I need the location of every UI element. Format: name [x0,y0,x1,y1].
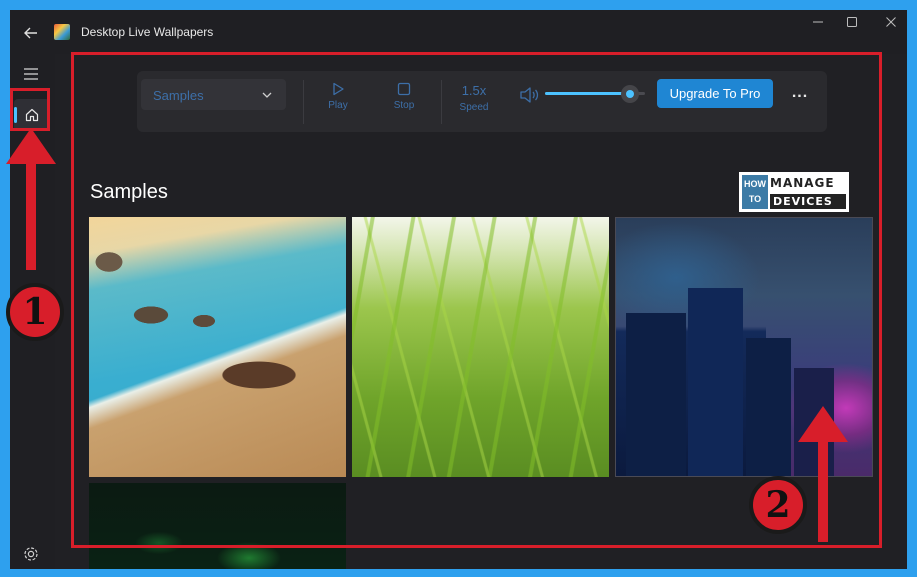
logo-manage: MANAGE [770,176,835,190]
more-options-button[interactable]: ... [788,85,812,103]
toolbar-divider [303,80,304,124]
home-icon [25,108,39,122]
source-dropdown-value: Samples [153,88,204,103]
selection-indicator [14,107,17,123]
city-building [688,288,743,476]
back-arrow-icon[interactable] [20,22,42,44]
city-building [746,338,791,476]
app-window: Desktop Live Wallpapers Samples Play Sto… [10,10,907,569]
toolbar-divider [441,80,442,124]
wallpaper-tile-grass[interactable] [352,217,609,477]
play-button[interactable]: Play [313,77,363,121]
title-bar: Desktop Live Wallpapers [10,10,907,54]
stop-button[interactable]: Stop [379,77,429,121]
city-building [626,313,686,476]
hamburger-icon[interactable] [21,64,41,84]
minimize-icon[interactable] [807,16,829,32]
settings-icon[interactable] [22,545,40,563]
nav-item-hidden-icon[interactable] [23,176,41,194]
volume-icon[interactable] [519,85,541,105]
stop-icon [397,82,411,96]
navigation-pane [10,54,55,569]
volume-thumb[interactable] [621,85,639,103]
volume-slider[interactable] [545,85,645,103]
play-icon [333,82,344,96]
upgrade-to-pro-button[interactable]: Upgrade To Pro [657,79,773,108]
speed-value: 1.5x [461,83,487,98]
source-dropdown[interactable]: Samples [141,79,286,110]
wallpaper-tile-space[interactable] [89,483,346,569]
volume-fill [545,92,630,95]
speed-label: Speed [459,102,489,113]
app-icon [54,24,70,40]
logo-how-to: HOW TO [742,175,768,209]
main-content: Samples Play Stop 1.5x Speed Upgrade To … [55,54,907,569]
player-toolbar: Samples Play Stop 1.5x Speed Upgrade To … [137,71,827,132]
app-title: Desktop Live Wallpapers [81,25,214,39]
maximize-icon[interactable] [841,16,863,32]
logo-devices: DEVICES [770,194,846,209]
play-label: Play [328,100,348,111]
watermark-logo: HOW TO MANAGE DEVICES [739,172,849,212]
wallpaper-tile-city[interactable] [615,217,873,477]
nav-item-home[interactable] [14,99,50,131]
stop-label: Stop [393,100,415,111]
city-building [794,368,834,476]
section-title: Samples [90,181,168,203]
speed-button[interactable]: 1.5x Speed [449,80,499,124]
wallpaper-tile-beach[interactable] [89,217,346,477]
chevron-down-icon [262,92,272,98]
close-icon[interactable] [880,16,902,32]
